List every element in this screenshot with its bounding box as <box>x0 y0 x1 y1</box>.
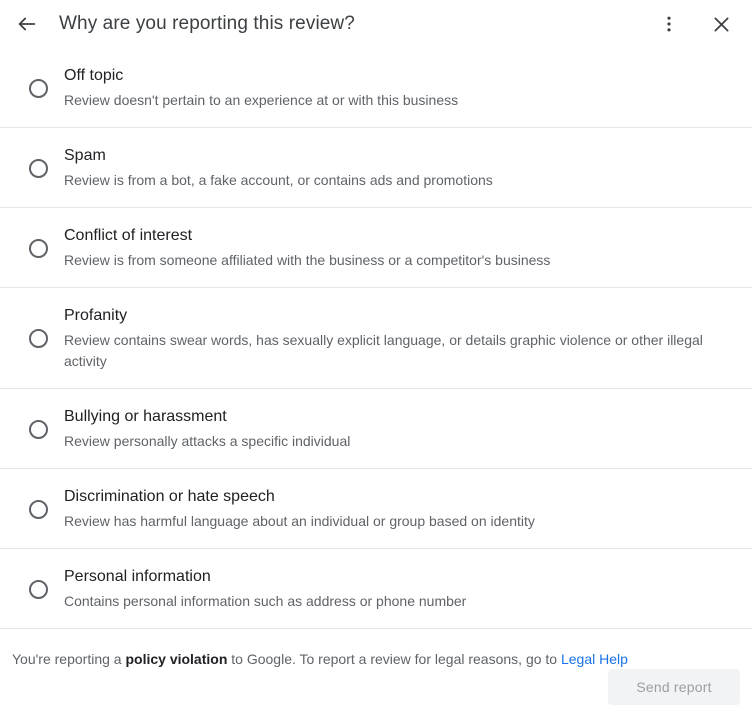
policy-note-prefix: You're reporting a <box>12 651 125 667</box>
radio-button-spam[interactable] <box>29 159 48 178</box>
send-report-button[interactable]: Send report <box>608 669 740 705</box>
option-spam[interactable]: Spam Review is from a bot, a fake account… <box>0 128 752 208</box>
option-title: Discrimination or hate speech <box>64 486 726 508</box>
option-text: Personal information Contains personal in… <box>64 566 740 612</box>
option-description: Review is from a bot, a fake account, or… <box>64 170 704 191</box>
option-description: Review personally attacks a specific ind… <box>64 431 704 452</box>
radio-wrap <box>12 239 64 258</box>
option-description: Review doesn't pertain to an experience … <box>64 90 704 111</box>
arrow-back-icon <box>16 13 38 35</box>
option-title: Profanity <box>64 305 726 327</box>
back-button[interactable] <box>10 7 44 41</box>
policy-note-bold: policy violation <box>125 651 227 667</box>
radio-button-profanity[interactable] <box>29 329 48 348</box>
option-description: Review has harmful language about an ind… <box>64 511 704 532</box>
policy-note-suffix: to Google. To report a review for legal … <box>227 651 561 667</box>
option-text: Discrimination or hate speech Review has … <box>64 486 740 532</box>
radio-wrap <box>12 159 64 178</box>
option-personal-information[interactable]: Personal information Contains personal in… <box>0 549 752 629</box>
option-title: Bullying or harassment <box>64 406 726 428</box>
close-icon <box>711 14 732 35</box>
option-conflict-of-interest[interactable]: Conflict of interest Review is from someo… <box>0 208 752 288</box>
page-title: Why are you reporting this review? <box>59 13 652 35</box>
radio-button-off-topic[interactable] <box>29 79 48 98</box>
radio-button-personal-information[interactable] <box>29 580 48 599</box>
option-profanity[interactable]: Profanity Review contains swear words, ha… <box>0 288 752 389</box>
option-bullying-or-harassment[interactable]: Bullying or harassment Review personally … <box>0 389 752 469</box>
radio-wrap <box>12 500 64 519</box>
report-review-dialog: Why are you reporting this review? <box>0 0 752 713</box>
radio-button-bullying-or-harassment[interactable] <box>29 420 48 439</box>
option-discrimination-or-hate-speech[interactable]: Discrimination or hate speech Review has … <box>0 469 752 549</box>
option-description: Review is from someone affiliated with t… <box>64 250 704 271</box>
radio-button-discrimination-or-hate-speech[interactable] <box>29 500 48 519</box>
dialog-header: Why are you reporting this review? <box>0 0 752 48</box>
close-button[interactable] <box>704 7 738 41</box>
radio-button-conflict-of-interest[interactable] <box>29 239 48 258</box>
radio-wrap <box>12 79 64 98</box>
policy-note: You're reporting a policy violation to G… <box>0 629 752 669</box>
option-text: Off topic Review doesn't pertain to an ex… <box>64 65 740 111</box>
option-text: Profanity Review contains swear words, ha… <box>64 305 740 372</box>
option-text: Spam Review is from a bot, a fake account… <box>64 145 740 191</box>
option-title: Conflict of interest <box>64 225 726 247</box>
option-description: Contains personal information such as ad… <box>64 591 704 612</box>
report-reason-options: Off topic Review doesn't pertain to an ex… <box>0 48 752 629</box>
option-title: Off topic <box>64 65 726 87</box>
legal-help-link[interactable]: Legal Help <box>561 651 628 667</box>
option-description: Review contains swear words, has sexuall… <box>64 330 704 372</box>
option-title: Spam <box>64 145 726 167</box>
option-text: Bullying or harassment Review personally … <box>64 406 740 452</box>
radio-wrap <box>12 580 64 599</box>
more-vert-icon <box>659 14 679 34</box>
option-title: Personal information <box>64 566 726 588</box>
option-text: Conflict of interest Review is from someo… <box>64 225 740 271</box>
header-actions <box>652 7 738 41</box>
option-off-topic[interactable]: Off topic Review doesn't pertain to an ex… <box>0 48 752 128</box>
radio-wrap <box>12 329 64 348</box>
radio-wrap <box>12 420 64 439</box>
more-options-button[interactable] <box>652 7 686 41</box>
dialog-actions: Send report <box>0 669 752 713</box>
